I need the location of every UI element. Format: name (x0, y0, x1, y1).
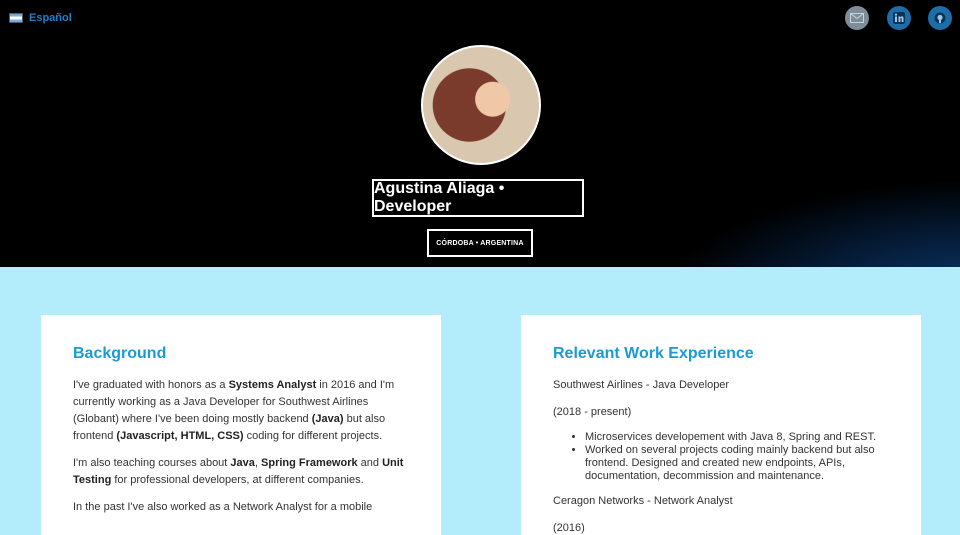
mail-icon (850, 13, 864, 23)
job-title: Ceragon Networks - Network Analyst (553, 495, 733, 507)
background-paragraph-1: I've graduated with honors as a Systems … (73, 379, 395, 442)
github-link[interactable] (928, 6, 952, 30)
mail-link[interactable] (845, 6, 869, 30)
job-entry: Southwest Airlines - Java Developer (201… (553, 377, 889, 483)
background-card: Background I've graduated with honors as… (41, 315, 441, 535)
linkedin-icon (893, 12, 905, 24)
background-paragraph-3: In the past I've also worked as a Networ… (73, 501, 373, 513)
job-entry: Ceragon Networks - Network Analyst (2016… (553, 493, 889, 535)
hero-header: Español Agustina Aliaga • Developer CÓRD… (0, 0, 960, 267)
language-label[interactable]: Español (29, 12, 72, 24)
name-title: Agustina Aliaga • Developer (372, 179, 584, 217)
language-switch[interactable]: Español (9, 12, 72, 24)
background-paragraph-2: I'm also teaching courses about Java, Sp… (73, 457, 404, 486)
github-icon (934, 12, 946, 24)
job-duties: Microservices developement with Java 8, … (553, 431, 889, 483)
linkedin-link[interactable] (887, 6, 911, 30)
argentina-flag-icon (9, 13, 23, 23)
profile-photo (421, 45, 541, 165)
location-badge: CÓRDOBA • ARGENTINA (427, 229, 533, 257)
job-title: Southwest Airlines - Java Developer (553, 379, 730, 391)
experience-heading: Relevant Work Experience (553, 345, 754, 362)
job-period: (2016) (553, 522, 585, 534)
list-item: Microservices developement with Java 8, … (585, 431, 889, 444)
job-period: (2018 - present) (553, 406, 632, 418)
experience-card: Relevant Work Experience Southwest Airli… (521, 315, 921, 535)
list-item: Worked on several projects coding mainly… (585, 444, 889, 483)
background-heading: Background (73, 345, 167, 362)
